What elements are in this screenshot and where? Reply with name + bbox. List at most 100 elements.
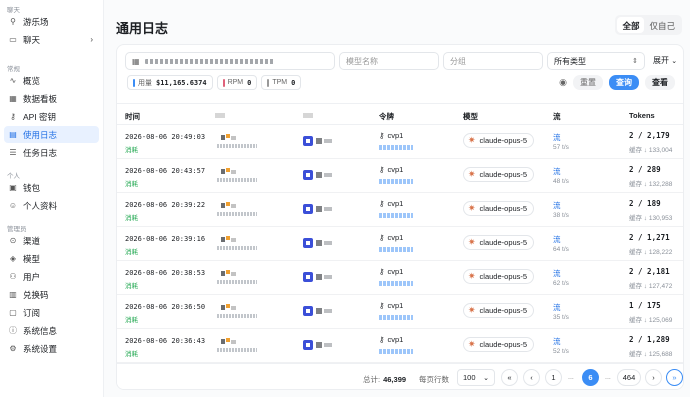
sidebar-item[interactable]: ▤ 使用日志: [4, 126, 99, 143]
page-button[interactable]: 1: [545, 369, 562, 386]
row-model-tag[interactable]: ✷ claude-opus-5: [463, 133, 535, 148]
pagination-ellipsis: ...: [605, 374, 611, 381]
sidebar-item[interactable]: ⓘ 系统信息: [4, 322, 99, 339]
model-name-input[interactable]: 模型名称: [339, 52, 439, 70]
redacted-avatar: [219, 336, 239, 345]
view-button[interactable]: 查看: [645, 75, 675, 90]
row-token: ⚷ cvp1: [379, 335, 403, 344]
table-row[interactable]: 2026-08-06 20:43:57 消耗 ⚷ cvp1 ✷ claude-o…: [117, 159, 683, 193]
subscribe-icon: ▢: [9, 308, 17, 317]
stat-value: 0: [247, 78, 252, 87]
row-time: 2026-08-06 20:38:53: [125, 269, 206, 277]
row-model-tag[interactable]: ✷ claude-opus-5: [463, 167, 535, 182]
table-row[interactable]: 2026-08-06 20:39:16 消耗 ⚷ cvp1 ✷ claude-o…: [117, 227, 683, 261]
redacted-avatar: [219, 268, 239, 277]
redacted-avatar: [219, 166, 239, 175]
task-icon: ☰: [9, 148, 17, 157]
expand-label: 展开: [653, 56, 669, 65]
scope-toggle[interactable]: 全部 仅自己: [615, 15, 682, 35]
sidebar-item[interactable]: ▦ 数据看板: [4, 90, 99, 107]
row-model-tag[interactable]: ✷ claude-opus-5: [463, 269, 535, 284]
sidebar-item[interactable]: ▢ 订阅: [4, 304, 99, 321]
page-title: 通用日志: [116, 21, 169, 36]
last-page-button[interactable]: 464: [617, 369, 641, 386]
redacted-avatar: [219, 200, 239, 209]
sidebar-item-label: 钱包: [23, 182, 41, 193]
model-name-placeholder: 模型名称: [346, 56, 378, 66]
sidebar-item[interactable]: ☺ 个人资料: [4, 197, 99, 214]
redacted-channel: [303, 306, 343, 316]
sidebar-item[interactable]: ⚇ 用户: [4, 268, 99, 285]
row-token: ⚷ cvp1: [379, 199, 403, 208]
reset-button[interactable]: 重置: [573, 75, 603, 90]
row-model-tag[interactable]: ✷ claude-opus-5: [463, 337, 535, 352]
redacted-token-info: [379, 213, 413, 218]
header-redacted: [215, 113, 225, 118]
table-row[interactable]: 2026-08-06 20:36:50 消耗 ⚷ cvp1 ✷ claude-o…: [117, 295, 683, 329]
users-icon: ⚇: [9, 272, 17, 281]
row-speed: 62 t/s: [553, 280, 569, 287]
sidebar-item[interactable]: ▥ 兑换码: [4, 286, 99, 303]
row-speed: 35 t/s: [553, 314, 569, 321]
row-type: 消耗: [125, 283, 138, 290]
row-model-name: claude-opus-5: [479, 306, 528, 315]
prev-page-button[interactable]: ‹: [523, 369, 540, 386]
header-time: 时间: [125, 112, 140, 121]
date-range-input[interactable]: ▦: [125, 52, 335, 70]
total-value: 46,399: [383, 375, 407, 384]
row-token-name: cvp1: [387, 335, 404, 344]
toolbar-actions: ◉ 重置 查询 查看: [559, 75, 675, 90]
row-cache: 缓存 ↓ 132,288: [629, 181, 673, 188]
ticket-icon: ▥: [9, 290, 17, 299]
row-cache: 缓存 ↓ 125,688: [629, 351, 673, 358]
row-model-tag[interactable]: ✷ claude-opus-5: [463, 303, 535, 318]
first-page-button[interactable]: «: [501, 369, 518, 386]
calendar-icon: ▦: [132, 56, 140, 66]
sidebar-item[interactable]: ⊙ 渠道: [4, 232, 99, 249]
row-tokens: 1 / 175: [629, 301, 661, 310]
claude-logo-icon: ✷: [468, 339, 476, 349]
sidebar-item[interactable]: ∿ 概览: [4, 72, 99, 89]
sidebar-item[interactable]: ☰ 任务日志: [4, 144, 99, 161]
row-type: 消耗: [125, 181, 138, 188]
header-redacted-2: [303, 113, 313, 118]
next-page-button[interactable]: ›: [645, 369, 662, 386]
sidebar-item[interactable]: ▣ 钱包: [4, 179, 99, 196]
redacted-channel: [303, 272, 343, 282]
sidebar-item[interactable]: ▭ 聊天 ›: [4, 31, 99, 48]
sidebar-item[interactable]: ◈ 模型: [4, 250, 99, 267]
eye-icon[interactable]: ◉: [559, 77, 567, 88]
row-token-name: cvp1: [387, 165, 404, 174]
current-page-button[interactable]: 6: [582, 369, 599, 386]
chevron-down-icon: ⌄: [671, 58, 678, 65]
last-page-jump-button[interactable]: »: [666, 369, 683, 386]
redacted-channel: [303, 204, 343, 214]
total-label: 总计:: [363, 375, 381, 384]
table-row[interactable]: 2026-08-06 20:49:03 消耗 ⚷ cvp1 ✷ claude-o…: [117, 125, 683, 159]
row-model-tag[interactable]: ✷ claude-opus-5: [463, 235, 535, 250]
redacted-text: [217, 246, 257, 250]
expand-toggle[interactable]: 展开 ⌄: [653, 55, 677, 66]
sidebar-item[interactable]: ⚲ 游乐场: [4, 13, 99, 30]
scope-mine-button[interactable]: 仅自己: [644, 17, 680, 33]
group-input[interactable]: 分组: [443, 52, 543, 70]
row-cache: 缓存 ↓ 133,004: [629, 147, 673, 154]
main-content: 通用日志 全部 仅自己 ▦ 模型名称 分组 所有类型 ⇕ 展开 ⌄ 用量 $11…: [104, 0, 690, 397]
table-row[interactable]: 2026-08-06 20:38:53 消耗 ⚷ cvp1 ✷ claude-o…: [117, 261, 683, 295]
sidebar-item[interactable]: ⚷ API 密钥: [4, 108, 99, 125]
row-model-tag[interactable]: ✷ claude-opus-5: [463, 201, 535, 216]
query-button[interactable]: 查询: [609, 75, 639, 90]
stat-indicator: [133, 78, 135, 87]
row-time: 2026-08-06 20:39:16: [125, 235, 206, 243]
sidebar-section-title: 聊天: [7, 7, 20, 14]
sidebar-item[interactable]: ⚙ 系统设置: [4, 340, 99, 357]
scope-all-button[interactable]: 全部: [617, 17, 645, 33]
key-icon: ⚷: [379, 267, 385, 276]
row-token-name: cvp1: [387, 267, 404, 276]
claude-logo-icon: ✷: [468, 271, 476, 281]
row-model-name: claude-opus-5: [479, 136, 528, 145]
table-row[interactable]: 2026-08-06 20:36:43 消耗 ⚷ cvp1 ✷ claude-o…: [117, 329, 683, 363]
log-type-select[interactable]: 所有类型 ⇕: [547, 52, 645, 70]
per-page-select[interactable]: 100 ⌄: [457, 369, 495, 386]
table-row[interactable]: 2026-08-06 20:39:22 消耗 ⚷ cvp1 ✷ claude-o…: [117, 193, 683, 227]
